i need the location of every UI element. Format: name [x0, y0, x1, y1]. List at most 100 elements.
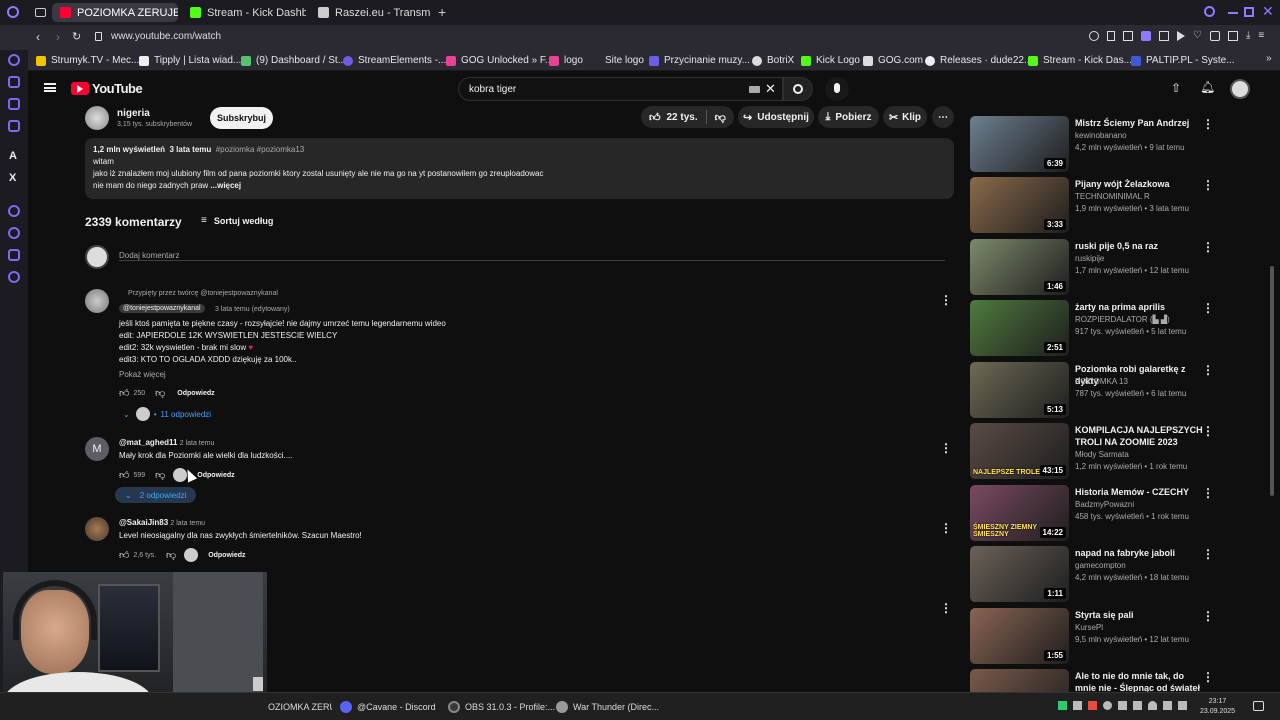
minimize-icon[interactable]	[1228, 12, 1238, 14]
reply-button[interactable]: Odpowiedz	[197, 472, 234, 479]
sidebar-x-icon[interactable]: X	[9, 172, 16, 184]
extensions-icon[interactable]	[1209, 31, 1220, 41]
reply-button[interactable]: Odpowiedz	[177, 390, 214, 397]
comment-time[interactable]: 3 lata temu (edytowany)	[215, 306, 290, 313]
heart-icon[interactable]: ♡	[1193, 31, 1202, 41]
show-more-link[interactable]: Pokaż więcej	[119, 370, 166, 379]
close-window-icon[interactable]: ✕	[1262, 3, 1274, 20]
comment-author[interactable]: @SakaiJin83	[119, 518, 168, 527]
sort-comments-button[interactable]: ≡ Sortuj według	[201, 215, 273, 226]
comment-avatar[interactable]	[85, 517, 109, 541]
downloads-icon[interactable]: ⤓	[1246, 31, 1250, 41]
bookmark-2[interactable]: Tipply | Lista wiad...	[139, 53, 241, 68]
taskbar-item-warthunder[interactable]: War Thunder (Direc...	[556, 697, 659, 717]
search-tabs-icon[interactable]	[1204, 6, 1215, 17]
play-icon[interactable]	[1177, 31, 1185, 41]
comment-author[interactable]: @mat_aghed11	[119, 438, 178, 447]
comment-menu-icon[interactable]: ⋮	[940, 293, 952, 307]
related-video-title[interactable]: napad na fabryke jaboli	[1075, 547, 1203, 559]
related-video-title[interactable]: Mistrz Ściemy Pan Andrzej	[1075, 117, 1203, 129]
hashtags[interactable]: #poziomka #poziomka13	[216, 145, 305, 154]
voice-search-button[interactable]	[825, 77, 849, 101]
related-video-title[interactable]: Pijany wójt Żelazkowa	[1075, 178, 1203, 190]
comment-time[interactable]: 2 lata temu	[170, 520, 205, 527]
search-button[interactable]	[783, 77, 813, 101]
more-actions-button[interactable]: ⋯	[932, 106, 954, 128]
bookmark-12[interactable]: Releases · dude22...	[925, 53, 1032, 68]
related-video-channel[interactable]: KursePl	[1075, 622, 1103, 634]
related-menu-icon[interactable]: ⋮	[1202, 670, 1214, 684]
share-page-icon[interactable]	[1227, 31, 1238, 41]
related-thumbnail[interactable]: 6:39	[970, 116, 1069, 172]
youtube-logo[interactable]: YouTube	[71, 81, 143, 96]
sidebar-history-icon[interactable]	[8, 227, 20, 239]
related-video-channel[interactable]: POZIOMKA 13	[1075, 376, 1128, 388]
back-icon[interactable]: ‹	[36, 30, 40, 44]
bookmark-8[interactable]: Przycinanie muzy...	[649, 53, 750, 68]
related-thumbnail[interactable]: ŚMIESZNY ZIEMNY ŚMIESZNY 14:22	[970, 485, 1069, 541]
bookmark-9[interactable]: BotriX	[752, 53, 794, 68]
clock[interactable]: 23:17 23.09.2025	[1200, 697, 1235, 717]
screenshot-icon[interactable]	[1123, 31, 1133, 41]
related-menu-icon[interactable]: ⋮	[1202, 240, 1214, 254]
comment-time[interactable]: 2 lata temu	[180, 440, 215, 447]
related-video-title[interactable]: Ale to nie do mnie tak, do mnie nie - Śl…	[1075, 670, 1203, 692]
vpn-icon[interactable]	[1141, 31, 1151, 41]
related-video-channel[interactable]: gamecompton	[1075, 560, 1126, 572]
comment-menu-icon[interactable]: ⋮	[940, 521, 952, 535]
related-thumbnail[interactable]	[970, 669, 1069, 692]
clear-search-icon[interactable]: ✕	[765, 81, 776, 97]
related-menu-icon[interactable]: ⋮	[1202, 363, 1214, 377]
taskbar-item-obs[interactable]: OBS 31.0.3 - Profile:...	[448, 697, 555, 717]
related-video-title[interactable]: Historia Memów - CZECHY	[1075, 486, 1203, 498]
related-video-channel[interactable]: Młody Sarmata	[1075, 449, 1129, 461]
tray-icon[interactable]	[1088, 701, 1097, 710]
add-comment-input[interactable]: Dodaj komentarz	[119, 247, 945, 261]
forward-icon[interactable]: ›	[56, 30, 60, 44]
tab-overview-icon[interactable]	[35, 8, 46, 17]
taskbar-item-discord[interactable]: @Cavane - Discord	[340, 697, 436, 717]
comment-avatar[interactable]	[85, 289, 109, 313]
related-video-title[interactable]: żarty na prima aprilis	[1075, 301, 1203, 313]
url-field[interactable]: www.youtube.com/watch	[111, 31, 221, 42]
upload-icon[interactable]: ⇧	[1171, 81, 1181, 95]
dislike-comment-icon[interactable]: 👎︎	[155, 469, 165, 481]
share-button[interactable]: ↪ Udostępnij	[738, 106, 814, 128]
new-tab-icon[interactable]: +	[438, 4, 446, 20]
channel-name[interactable]: nigeria	[117, 108, 150, 119]
bookmark-1[interactable]: Strumyk.TV - Mec...	[36, 53, 139, 68]
related-menu-icon[interactable]: ⋮	[1202, 178, 1214, 192]
dislike-comment-icon[interactable]: 👎︎	[166, 549, 176, 561]
related-scrollbar[interactable]	[1270, 266, 1274, 496]
reply-button[interactable]: Odpowiedz	[208, 552, 245, 559]
sidebar-app-icon[interactable]	[8, 120, 20, 132]
replies-toggle[interactable]: ⌄ • 11 odpowiedzi	[123, 407, 211, 421]
replies-toggle[interactable]: ⌄ 2 odpowiedzi	[115, 487, 197, 503]
tray-icon[interactable]	[1118, 701, 1127, 710]
tab-3[interactable]: Raszei.eu - Transmisje, N	[310, 3, 430, 22]
related-thumbnail[interactable]: 5:13	[970, 362, 1069, 418]
bookmark-5[interactable]: GOG Unlocked » F...	[446, 53, 553, 68]
tray-icon[interactable]	[1133, 701, 1142, 710]
bookmark-11[interactable]: GOG.com	[863, 53, 923, 68]
notification-center-icon[interactable]	[1253, 701, 1264, 711]
tab-2[interactable]: Stream - Kick Dashboard	[182, 3, 306, 22]
related-video-channel[interactable]: BadzmyPowazni	[1075, 499, 1134, 511]
download-button[interactable]: ⤓ Pobierz	[818, 106, 879, 128]
bookmark-14[interactable]: PALTIP.PL - Syste...	[1131, 53, 1235, 68]
bookmark-6[interactable]: logo	[549, 53, 583, 68]
related-video-title[interactable]: KOMPILACJA NAJLEPSZYCH TROLI NA ZOOMIE 2…	[1075, 424, 1203, 448]
related-menu-icon[interactable]: ⋮	[1202, 301, 1214, 315]
related-thumbnail[interactable]: 3:33	[970, 177, 1069, 233]
bookmark-10[interactable]: Kick Logo	[801, 53, 860, 68]
sidebar-app-icon[interactable]	[8, 98, 20, 110]
keyboard-icon[interactable]	[749, 86, 760, 93]
channel-avatar[interactable]	[85, 106, 109, 130]
related-video-channel[interactable]: ROZPIERDALATOR (▙ ▟)	[1075, 314, 1170, 326]
battery-icon[interactable]	[1178, 701, 1187, 710]
description-more-link[interactable]: ...więcej	[210, 181, 241, 190]
related-video-channel[interactable]: kewinobanano	[1075, 130, 1127, 142]
like-button[interactable]: 👍︎ 22 tys.	[641, 111, 698, 124]
bookmark-4[interactable]: StreamElements -...	[343, 53, 446, 68]
comment-author-badge[interactable]: @toniejestpowaznykanal	[119, 304, 205, 313]
